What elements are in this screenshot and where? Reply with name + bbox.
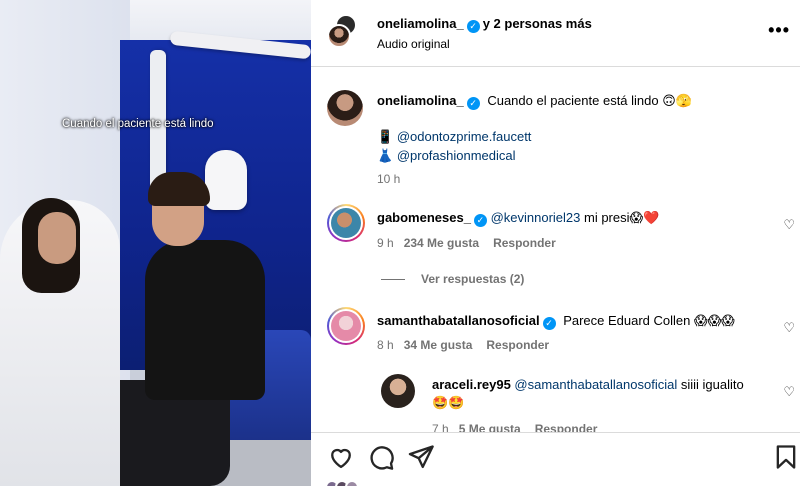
comment-text: mi presi (584, 210, 630, 225)
comment-emoji: 🤩🤩 (432, 396, 465, 411)
commenter-avatar[interactable] (381, 374, 415, 408)
author-username[interactable]: oneliamolina_ (377, 16, 464, 31)
story-ring[interactable] (327, 307, 365, 345)
dentist-face (38, 212, 76, 264)
comment-heart-icon[interactable]: ♡ (783, 384, 795, 400)
more-options-icon[interactable]: ••• (768, 20, 790, 41)
view-replies-button[interactable]: Ver respuestas (2) (381, 272, 524, 286)
reply-button[interactable]: Responder (493, 236, 556, 250)
mention-link[interactable]: @kevinnoriel23 (491, 210, 581, 225)
comment-heart-icon[interactable]: ♡ (783, 320, 795, 336)
commenter-username[interactable]: araceli.rey95 (432, 377, 511, 392)
comment-emoji: 😱❤️ (629, 211, 660, 226)
comment-heart-icon[interactable]: ♡ (783, 217, 795, 233)
verified-icon: ✓ (466, 97, 480, 110)
caption-avatar[interactable] (327, 90, 363, 126)
post-author-line: oneliamolina_ ✓ y 2 personas más (377, 16, 592, 33)
comment-timestamp[interactable]: 9 h (377, 236, 394, 250)
reply-button[interactable]: Responder (486, 338, 549, 352)
heart-icon[interactable] (327, 443, 355, 471)
post-panel: oneliamolina_ ✓ y 2 personas más Audio ori… (311, 0, 800, 486)
comment-likes[interactable]: 34 Me gusta (404, 338, 473, 352)
phone-icon: 📱 (377, 130, 394, 145)
commenter-username[interactable]: gabomeneses_ (377, 210, 471, 225)
caption-emoji: 🙃🫣 (662, 94, 692, 109)
liker-avatar (345, 480, 359, 486)
patient-figure (145, 240, 265, 400)
divider-line (381, 279, 405, 281)
post-media[interactable]: Cuando el paciente está lindo (0, 0, 311, 486)
audio-link[interactable]: Audio original (377, 37, 450, 51)
verified-icon: ✓ (473, 214, 487, 227)
comment-likes[interactable]: 5 Me gusta (459, 422, 521, 432)
comments-section[interactable]: oneliamolina_ ✓ Cuando el paciente está l… (311, 68, 800, 432)
comment-icon[interactable] (367, 443, 395, 471)
mention-link[interactable]: @odontozprime.faucett (397, 129, 532, 144)
caption-username[interactable]: oneliamolina_ (377, 93, 464, 108)
reply-button[interactable]: Responder (535, 422, 598, 432)
dental-lamp (205, 150, 247, 210)
post-header: oneliamolina_ ✓ y 2 personas más Audio ori… (311, 0, 800, 67)
share-icon[interactable] (407, 443, 435, 471)
commenter-avatar (331, 311, 361, 341)
video-caption: Cuando el paciente está lindo (62, 118, 214, 130)
mention-link[interactable]: @samanthabatallanosoficial (514, 377, 677, 392)
mention-link[interactable]: @profashionmedical (397, 148, 516, 163)
commenter-avatar (331, 208, 361, 238)
verified-icon: ✓ (542, 317, 556, 330)
caption-text: Cuando el paciente está lindo (487, 93, 659, 108)
verified-icon: ✓ (466, 20, 480, 33)
story-ring[interactable] (327, 204, 365, 242)
author-avatar[interactable] (327, 24, 351, 48)
dress-icon: 👗 (377, 149, 394, 164)
liker-avatars[interactable] (325, 480, 359, 486)
caption-timestamp[interactable]: 10 h (377, 172, 400, 186)
comment-timestamp[interactable]: 8 h (377, 338, 394, 352)
bookmark-icon[interactable] (772, 443, 800, 471)
collaborators-link[interactable]: y 2 personas más (483, 16, 592, 31)
comment-text: Parece Eduard Collen (563, 313, 691, 328)
comment-likes[interactable]: 234 Me gusta (404, 236, 479, 250)
comment-timestamp[interactable]: 7 h (432, 422, 449, 432)
commenter-username[interactable]: samanthabatallanosoficial (377, 313, 540, 328)
action-bar (311, 432, 800, 486)
comment-text: siiii igualito (680, 377, 744, 392)
comment-emoji: 😱😱😱 (694, 314, 735, 329)
